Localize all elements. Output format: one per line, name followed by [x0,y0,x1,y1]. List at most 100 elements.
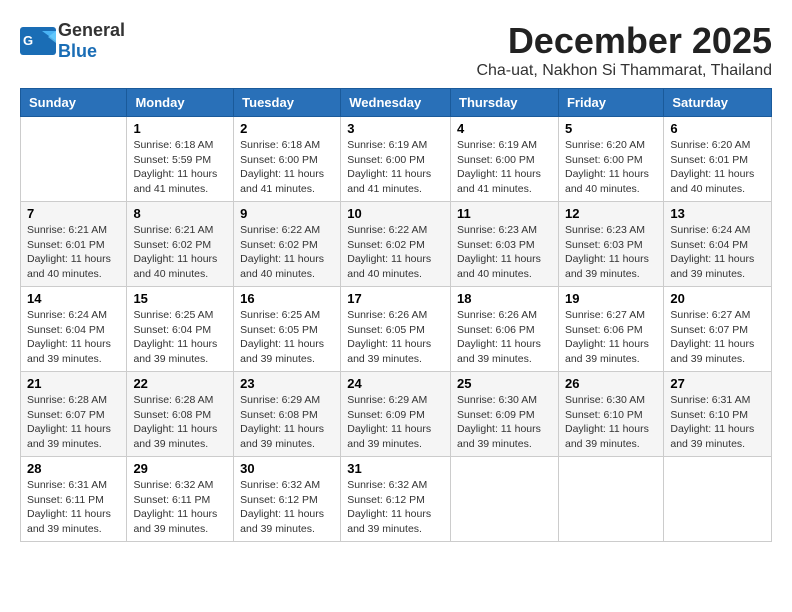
day-info: Sunrise: 6:18 AM Sunset: 6:00 PM Dayligh… [240,138,334,197]
day-cell: 23 Sunrise: 6:29 AM Sunset: 6:08 PM Dayli… [234,372,341,457]
day-number: 1 [133,121,227,136]
day-cell: 7 Sunrise: 6:21 AM Sunset: 6:01 PM Daylig… [21,202,127,287]
day-info: Sunrise: 6:20 AM Sunset: 6:01 PM Dayligh… [670,138,765,197]
day-cell [558,457,663,542]
day-cell: 5 Sunrise: 6:20 AM Sunset: 6:00 PM Daylig… [558,117,663,202]
day-number: 25 [457,376,552,391]
day-number: 28 [27,461,120,476]
day-info: Sunrise: 6:18 AM Sunset: 5:59 PM Dayligh… [133,138,227,197]
day-cell: 15 Sunrise: 6:25 AM Sunset: 6:04 PM Dayli… [127,287,234,372]
day-number: 22 [133,376,227,391]
week-row-1: 1 Sunrise: 6:18 AM Sunset: 5:59 PM Daylig… [21,117,772,202]
day-info: Sunrise: 6:23 AM Sunset: 6:03 PM Dayligh… [565,223,657,282]
day-number: 24 [347,376,444,391]
day-cell: 10 Sunrise: 6:22 AM Sunset: 6:02 PM Dayli… [341,202,451,287]
day-cell: 13Sunrise: 6:24 AM Sunset: 6:04 PM Dayli… [664,202,772,287]
day-number: 9 [240,206,334,221]
day-number: 27 [670,376,765,391]
weekday-header-tuesday: Tuesday [234,89,341,117]
day-cell: 30Sunrise: 6:32 AM Sunset: 6:12 PM Dayli… [234,457,341,542]
day-info: Sunrise: 6:19 AM Sunset: 6:00 PM Dayligh… [457,138,552,197]
day-cell: 31 Sunrise: 6:32 AM Sunset: 6:12 PM Dayli… [341,457,451,542]
day-cell [664,457,772,542]
day-number: 4 [457,121,552,136]
day-cell: 17 Sunrise: 6:26 AM Sunset: 6:05 PM Dayli… [341,287,451,372]
day-info: Sunrise: 6:21 AM Sunset: 6:01 PM Dayligh… [27,223,120,282]
day-cell: 1 Sunrise: 6:18 AM Sunset: 5:59 PM Daylig… [127,117,234,202]
day-cell: 2Sunrise: 6:18 AM Sunset: 6:00 PM Daylig… [234,117,341,202]
week-row-4: 21 Sunrise: 6:28 AM Sunset: 6:07 PM Dayli… [21,372,772,457]
day-number: 21 [27,376,120,391]
day-cell: 19Sunrise: 6:27 AM Sunset: 6:06 PM Dayli… [558,287,663,372]
day-cell: 14 Sunrise: 6:24 AM Sunset: 6:04 PM Dayli… [21,287,127,372]
day-info: Sunrise: 6:28 AM Sunset: 6:08 PM Dayligh… [133,393,227,452]
day-cell [451,457,559,542]
day-cell: 16Sunrise: 6:25 AM Sunset: 6:05 PM Dayli… [234,287,341,372]
day-cell: 12 Sunrise: 6:23 AM Sunset: 6:03 PM Dayli… [558,202,663,287]
weekday-header-monday: Monday [127,89,234,117]
day-cell: 18Sunrise: 6:26 AM Sunset: 6:06 PM Dayli… [451,287,559,372]
week-row-5: 28 Sunrise: 6:31 AM Sunset: 6:11 PM Dayli… [21,457,772,542]
day-cell: 11Sunrise: 6:23 AM Sunset: 6:03 PM Dayli… [451,202,559,287]
day-number: 7 [27,206,120,221]
day-info: Sunrise: 6:29 AM Sunset: 6:09 PM Dayligh… [347,393,444,452]
day-number: 26 [565,376,657,391]
day-number: 31 [347,461,444,476]
day-info: Sunrise: 6:29 AM Sunset: 6:08 PM Dayligh… [240,393,334,452]
day-info: Sunrise: 6:26 AM Sunset: 6:05 PM Dayligh… [347,308,444,367]
day-info: Sunrise: 6:28 AM Sunset: 6:07 PM Dayligh… [27,393,120,452]
day-cell: 29Sunrise: 6:32 AM Sunset: 6:11 PM Dayli… [127,457,234,542]
weekday-header-row: SundayMondayTuesdayWednesdayThursdayFrid… [21,89,772,117]
day-number: 3 [347,121,444,136]
day-cell [21,117,127,202]
day-cell: 20Sunrise: 6:27 AM Sunset: 6:07 PM Dayli… [664,287,772,372]
day-number: 5 [565,121,657,136]
day-number: 8 [133,206,227,221]
day-info: Sunrise: 6:32 AM Sunset: 6:12 PM Dayligh… [240,478,334,537]
day-info: Sunrise: 6:25 AM Sunset: 6:04 PM Dayligh… [133,308,227,367]
svg-text:G: G [23,33,33,48]
day-cell: 8 Sunrise: 6:21 AM Sunset: 6:02 PM Daylig… [127,202,234,287]
weekday-header-friday: Friday [558,89,663,117]
logo-general-text: General [58,20,125,40]
day-info: Sunrise: 6:30 AM Sunset: 6:09 PM Dayligh… [457,393,552,452]
day-cell: 27 Sunrise: 6:31 AM Sunset: 6:10 PM Dayli… [664,372,772,457]
title-block: December 2025 Cha-uat, Nakhon Si Thammar… [476,20,772,80]
logo-blue-text: Blue [58,41,97,61]
day-info: Sunrise: 6:32 AM Sunset: 6:12 PM Dayligh… [347,478,444,537]
day-number: 14 [27,291,120,306]
day-number: 20 [670,291,765,306]
calendar-table: SundayMondayTuesdayWednesdayThursdayFrid… [20,88,772,542]
day-number: 10 [347,206,444,221]
day-number: 6 [670,121,765,136]
app-logo: G General Blue [20,20,125,62]
day-number: 19 [565,291,657,306]
day-info: Sunrise: 6:31 AM Sunset: 6:10 PM Dayligh… [670,393,765,452]
weekday-header-wednesday: Wednesday [341,89,451,117]
day-info: Sunrise: 6:24 AM Sunset: 6:04 PM Dayligh… [27,308,120,367]
day-info: Sunrise: 6:25 AM Sunset: 6:05 PM Dayligh… [240,308,334,367]
week-row-3: 14 Sunrise: 6:24 AM Sunset: 6:04 PM Dayli… [21,287,772,372]
week-row-2: 7 Sunrise: 6:21 AM Sunset: 6:01 PM Daylig… [21,202,772,287]
day-cell: 3 Sunrise: 6:19 AM Sunset: 6:00 PM Daylig… [341,117,451,202]
day-info: Sunrise: 6:21 AM Sunset: 6:02 PM Dayligh… [133,223,227,282]
day-info: Sunrise: 6:19 AM Sunset: 6:00 PM Dayligh… [347,138,444,197]
weekday-header-sunday: Sunday [21,89,127,117]
day-cell: 25 Sunrise: 6:30 AM Sunset: 6:09 PM Dayli… [451,372,559,457]
day-number: 12 [565,206,657,221]
day-cell: 24 Sunrise: 6:29 AM Sunset: 6:09 PM Dayli… [341,372,451,457]
day-number: 18 [457,291,552,306]
month-title: December 2025 [476,20,772,62]
day-number: 23 [240,376,334,391]
weekday-header-thursday: Thursday [451,89,559,117]
day-number: 17 [347,291,444,306]
day-number: 15 [133,291,227,306]
day-number: 13 [670,206,765,221]
day-info: Sunrise: 6:20 AM Sunset: 6:00 PM Dayligh… [565,138,657,197]
day-info: Sunrise: 6:22 AM Sunset: 6:02 PM Dayligh… [347,223,444,282]
day-number: 11 [457,206,552,221]
day-cell: 22 Sunrise: 6:28 AM Sunset: 6:08 PM Dayli… [127,372,234,457]
day-info: Sunrise: 6:31 AM Sunset: 6:11 PM Dayligh… [27,478,120,537]
weekday-header-saturday: Saturday [664,89,772,117]
day-cell: 21 Sunrise: 6:28 AM Sunset: 6:07 PM Dayli… [21,372,127,457]
